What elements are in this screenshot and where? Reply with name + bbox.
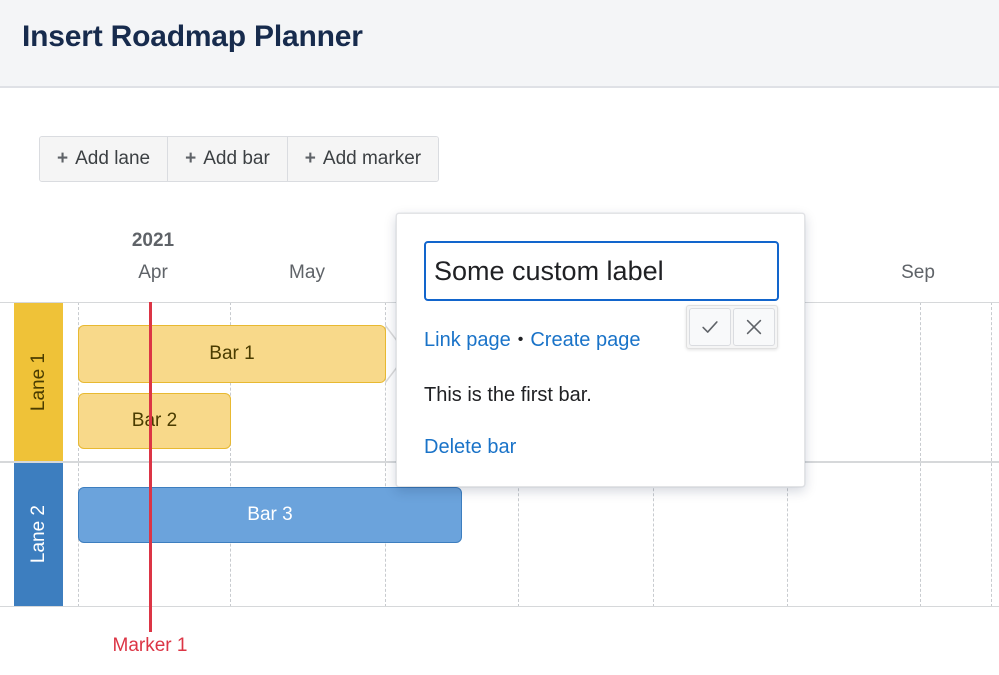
timeline-bar[interactable]: Bar 3 (78, 487, 462, 543)
app-header: Insert Roadmap Planner (0, 0, 999, 88)
lane-tab[interactable]: Lane 2 (14, 463, 63, 606)
marker-line-stub (149, 607, 152, 632)
bar-description: This is the first bar. (424, 384, 592, 407)
timeline-bar-label: Bar 2 (132, 410, 177, 432)
popup-page-links: Link page • Create page (424, 329, 640, 352)
timeline-bar-label: Bar 3 (247, 504, 292, 526)
bar-label-input[interactable] (424, 241, 779, 301)
marker-line[interactable] (149, 302, 152, 607)
cancel-button[interactable] (733, 308, 775, 346)
close-icon (743, 316, 765, 338)
timeline-bar-label: Bar 1 (209, 343, 254, 365)
plus-icon: + (305, 149, 316, 168)
label-edit-actions (686, 305, 778, 349)
add-bar-label: Add bar (203, 148, 270, 170)
lane-label: Lane 2 (28, 505, 50, 563)
plus-icon: + (57, 149, 68, 168)
delete-bar-link[interactable]: Delete bar (424, 436, 516, 459)
add-marker-label: Add marker (323, 148, 421, 170)
check-icon (699, 316, 721, 338)
marker-label[interactable]: Marker 1 (113, 635, 188, 657)
add-marker-button[interactable]: + Add marker (288, 137, 438, 181)
timeline-bar[interactable]: Bar 1 (78, 325, 386, 383)
timeline-bar[interactable]: Bar 2 (78, 393, 231, 449)
toolbar: + Add lane + Add bar + Add marker (39, 136, 439, 182)
separator-dot: • (518, 331, 524, 349)
plus-icon: + (185, 149, 196, 168)
month-label-apr: Apr (138, 262, 168, 284)
confirm-button[interactable] (689, 308, 731, 346)
timeline-year-label: 2021 (132, 230, 174, 252)
month-label-sep: Sep (901, 262, 935, 284)
add-bar-button[interactable]: + Add bar (168, 137, 288, 181)
create-page-link[interactable]: Create page (530, 329, 640, 351)
lane-label: Lane 1 (28, 353, 50, 411)
add-lane-button[interactable]: + Add lane (40, 137, 168, 181)
bar-detail-popup: Link page • Create page This is the first … (396, 213, 805, 487)
add-lane-label: Add lane (75, 148, 150, 170)
page-title: Insert Roadmap Planner (22, 20, 363, 54)
month-label-may: May (289, 262, 325, 284)
link-page-link[interactable]: Link page (424, 329, 511, 351)
lane-tab[interactable]: Lane 1 (14, 303, 63, 461)
